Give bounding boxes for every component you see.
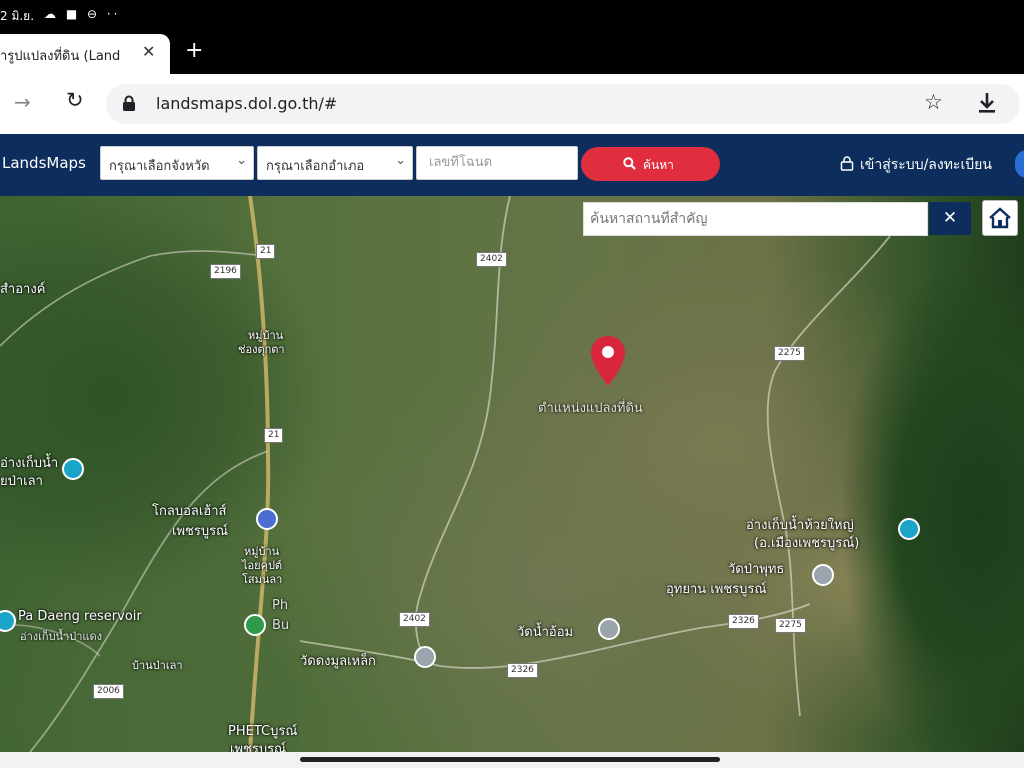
system-status-bar: 2 มิ.ย. ☁ ■ ⊖ ·· — [0, 0, 1024, 30]
district-select[interactable]: กรุณาเลือกอำเภอ ⌄ — [257, 146, 413, 180]
satellite-map[interactable]: ✕ ตำแหน่งแปลงที่ดิน 21 2196 21 2402 2275… — [0, 196, 1024, 752]
place-label: Bu — [272, 618, 290, 633]
place-label: เพชรบูรณ์ — [230, 742, 287, 752]
place-label: วัดป่าพุทธ — [728, 562, 785, 577]
road-shield: 2275 — [775, 618, 806, 633]
place-label: วัดน้ำอ้อม — [517, 625, 574, 640]
search-icon — [623, 157, 636, 170]
reservoir-poi-icon[interactable] — [62, 458, 84, 480]
reservoir-poi-icon[interactable] — [898, 518, 920, 540]
road-shield: 2196 — [210, 264, 241, 279]
temple-poi-icon[interactable] — [414, 646, 436, 668]
menu-button[interactable] — [1015, 150, 1024, 178]
home-icon — [989, 207, 1011, 229]
place-label: อุทยาน เพชรบูรณ์ — [666, 582, 767, 597]
place-label: ช่องตุกตา — [238, 343, 285, 356]
place-label: โสมนลา — [242, 573, 283, 586]
place-label: สำอางค์ — [0, 282, 46, 297]
login-label: เข้าสู่ระบบ/ลงทะเบียน — [860, 157, 992, 173]
road-shield: 21 — [264, 428, 284, 443]
tab-close-icon[interactable]: ✕ — [142, 42, 155, 61]
new-tab-button[interactable]: + — [185, 38, 203, 63]
location-pin-icon[interactable] — [588, 334, 628, 388]
browser-tab-active[interactable]: ารูปแปลงที่ดิน (Land ✕ — [0, 34, 170, 74]
park-poi-icon[interactable] — [244, 614, 266, 636]
road-shield: 2006 — [93, 684, 124, 699]
lock-icon — [840, 156, 854, 171]
chevron-down-icon: ⌄ — [395, 153, 406, 168]
chevron-down-icon: ⌄ — [236, 153, 247, 168]
place-label: Pa Daeng reservoir — [18, 609, 142, 624]
road-shield: 2402 — [476, 252, 507, 267]
road-shield: 2326 — [728, 614, 759, 629]
place-label: โกลบอลเฮ้าส์ — [152, 504, 227, 519]
address-bar[interactable]: landsmaps.dol.go.th/# ☆ — [106, 84, 1020, 124]
parcel-number-field[interactable] — [416, 146, 578, 180]
province-select[interactable]: กรุณาเลือกจังหวัด ⌄ — [100, 146, 254, 180]
clear-search-button[interactable]: ✕ — [929, 202, 971, 235]
road-shield: 21 — [256, 244, 276, 259]
search-button[interactable]: ค้นหา — [581, 147, 720, 181]
temple-poi-icon[interactable] — [598, 618, 620, 640]
marker-label: ตำแหน่งแปลงที่ดิน — [538, 401, 643, 416]
reload-icon[interactable]: ↻ — [66, 88, 84, 112]
temple-poi-icon[interactable] — [812, 564, 834, 586]
road-shield: 2275 — [774, 346, 805, 361]
tab-title: ารูปแปลงที่ดิน (Land — [0, 49, 121, 64]
landmark-search-input[interactable] — [588, 210, 917, 228]
road-shield: 2326 — [507, 663, 538, 678]
status-icons: ☁ ■ ⊖ ·· — [44, 7, 121, 21]
search-button-label: ค้นหา — [643, 158, 674, 172]
site-logo[interactable]: LandsMaps — [2, 154, 86, 172]
place-label: ยป่าเลา — [0, 474, 43, 489]
place-label: (อ.เมืองเพชรบูรณ์) — [754, 536, 860, 551]
parcel-number-input[interactable] — [427, 154, 571, 171]
download-icon[interactable] — [976, 91, 998, 115]
district-select-value: กรุณาเลือกอำเภอ — [266, 159, 365, 174]
province-select-value: กรุณาเลือกจังหวัด — [109, 159, 210, 174]
status-date: 2 มิ.ย. — [0, 9, 35, 23]
forward-arrow-icon[interactable]: → — [14, 90, 31, 114]
bookmark-star-icon[interactable]: ☆ — [924, 90, 943, 114]
place-label: เพชรบูรณ์ — [172, 524, 229, 539]
url-text[interactable]: landsmaps.dol.go.th/# — [156, 94, 337, 113]
landmark-search-field[interactable] — [583, 202, 928, 236]
store-poi-icon[interactable] — [256, 508, 278, 530]
home-button[interactable] — [982, 200, 1018, 236]
place-label: บ้านป่าเลา — [132, 659, 183, 672]
scroll-indicator — [300, 757, 720, 762]
site-navbar: LandsMaps กรุณาเลือกจังหวัด ⌄ กรุณาเลือก… — [0, 134, 1024, 196]
road-shield: 2402 — [399, 612, 430, 627]
place-label: อ่างเก็บน้ำป่าแดง — [20, 630, 103, 643]
place-label: วัดดงมูลเหล็ก — [300, 654, 376, 669]
place-label: Ph — [272, 598, 289, 613]
lock-icon — [123, 95, 135, 111]
browser-toolbar: → ↻ landsmaps.dol.go.th/# ☆ — [0, 74, 1024, 134]
